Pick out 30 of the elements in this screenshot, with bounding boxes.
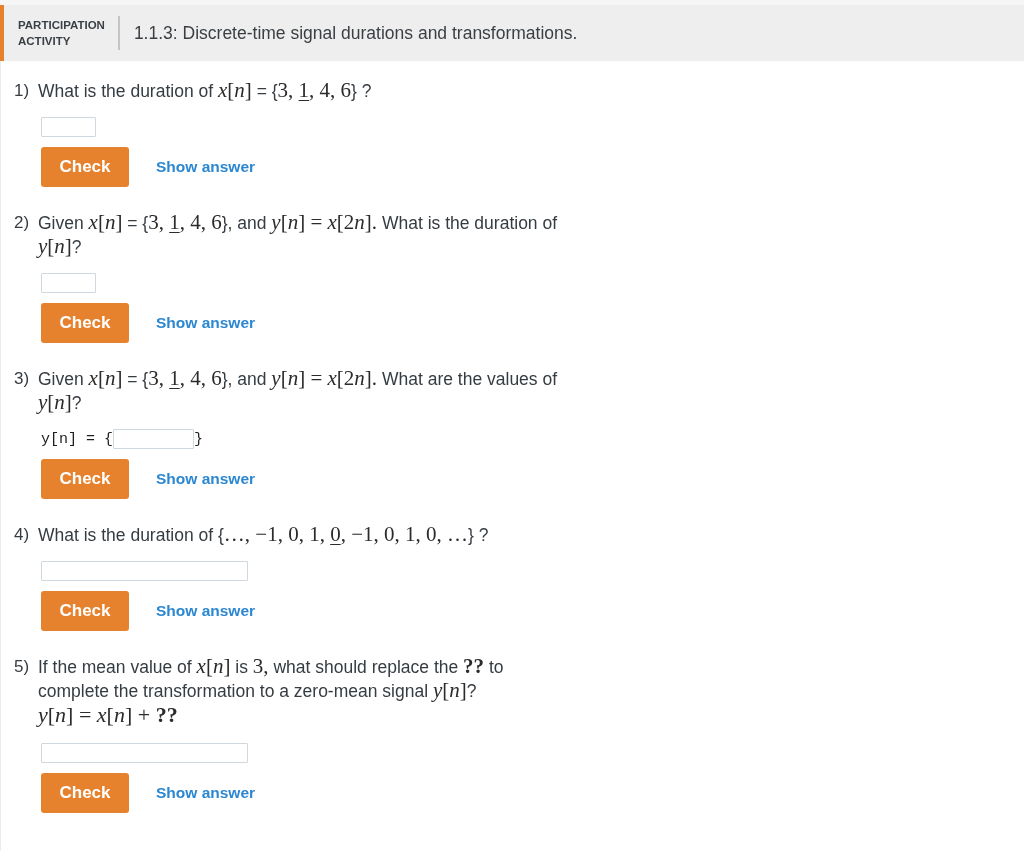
question-text: Given x[n] = {3, 1, 4, 6}, and y[n] = x[2n]. What are the values of y[n]? xyxy=(38,367,559,415)
answer-field[interactable] xyxy=(41,743,248,763)
answer-field[interactable] xyxy=(41,117,96,137)
show-answer-button[interactable]: Show answer xyxy=(156,470,256,488)
show-answer-button[interactable]: Show answer xyxy=(156,314,256,332)
question-number: 3) xyxy=(14,368,31,390)
answer-field[interactable] xyxy=(113,429,194,449)
question-text: What is the duration of {…, −1, 0, 1, 0, −1, 0, 1, 0, …} ? xyxy=(38,523,490,547)
check-button[interactable]: Check xyxy=(41,147,129,187)
answer-field[interactable] xyxy=(41,561,248,581)
code-text: y[n] = { xyxy=(41,430,113,448)
check-button[interactable]: Check xyxy=(41,459,129,499)
show-answer-button[interactable]: Show answer xyxy=(156,784,256,802)
question-number: 1) xyxy=(14,80,31,102)
show-answer-button[interactable]: Show answer xyxy=(156,158,256,176)
activity-title: 1.1.3: Discrete-time signal durations and transformations. xyxy=(133,22,578,44)
check-button[interactable]: Check xyxy=(41,303,129,343)
question-text: If the mean value of x[n] is 3, what should replace the ?? to complete the transformation to a zero-mean signal y[n]? xyxy=(38,655,505,703)
answer-field[interactable] xyxy=(41,273,96,293)
code-text: } xyxy=(194,430,204,448)
question-number: 4) xyxy=(14,524,31,546)
question-number: 5) xyxy=(14,656,31,678)
question-text: Given x[n] = {3, 1, 4, 6}, and y[n] = x[2n]. What is the duration of y[n]? xyxy=(38,211,559,259)
check-button[interactable]: Check xyxy=(41,773,129,813)
show-answer-button[interactable]: Show answer xyxy=(156,602,256,620)
question-number: 2) xyxy=(14,212,31,234)
check-button[interactable]: Check xyxy=(41,591,129,631)
question-text: What is the duration of x[n] = {3, 1, 4, 6} ? xyxy=(38,79,373,103)
activity-label: PARTICIPATION ACTIVITY xyxy=(18,16,120,50)
formula-text: y[n] = x[n] + ?? xyxy=(38,703,179,729)
